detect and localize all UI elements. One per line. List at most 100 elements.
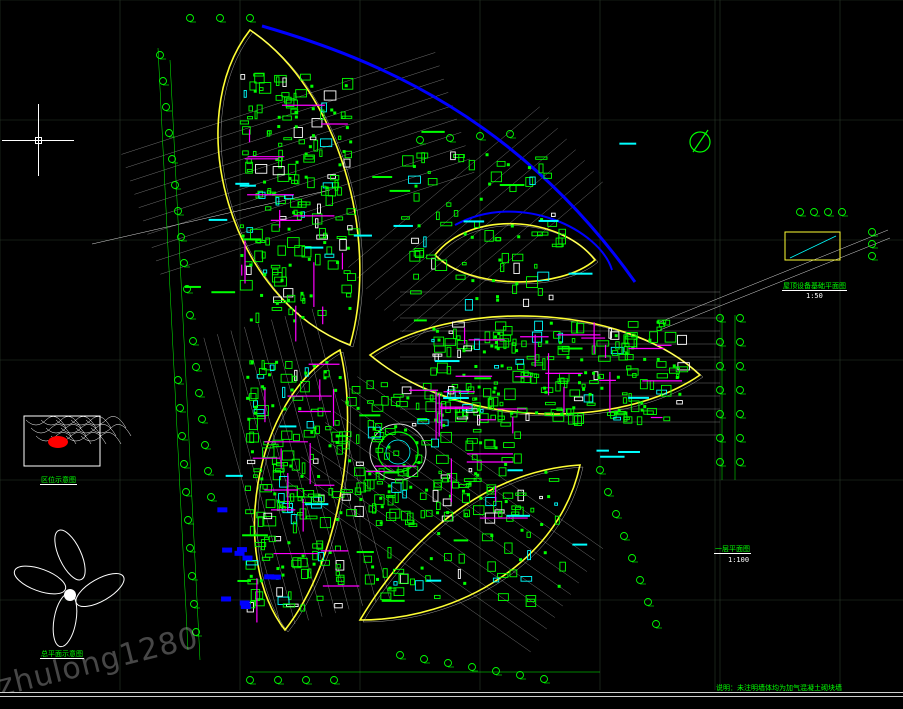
column [317, 474, 321, 478]
column [500, 364, 504, 368]
column [491, 279, 495, 283]
column [387, 490, 391, 494]
column [494, 335, 498, 339]
text-mark [305, 246, 324, 249]
column [379, 496, 383, 500]
text-mark [235, 182, 250, 185]
status-bar-line [0, 696, 903, 697]
text-mark [242, 534, 268, 537]
column [246, 396, 250, 400]
column [246, 375, 250, 379]
column [253, 411, 257, 415]
column [643, 405, 647, 409]
column [640, 408, 644, 412]
column [294, 110, 298, 114]
column [292, 211, 296, 215]
column [446, 510, 450, 514]
column [490, 534, 494, 538]
text-mark [413, 319, 427, 322]
column [253, 405, 257, 409]
column [271, 404, 275, 408]
text-mark [225, 474, 243, 477]
column [412, 164, 416, 168]
column [474, 364, 478, 368]
text-mark [237, 579, 251, 582]
column [335, 517, 339, 521]
column [300, 474, 304, 478]
blue-tag [240, 603, 251, 609]
cad-drawing-canvas[interactable] [0, 0, 903, 708]
column [672, 364, 676, 368]
text-mark [474, 377, 492, 380]
column [308, 145, 312, 149]
text-mark [389, 189, 411, 192]
column [474, 397, 478, 401]
column [417, 461, 421, 465]
column [543, 551, 547, 555]
column [515, 282, 519, 286]
column [615, 411, 619, 415]
column [304, 152, 308, 156]
column [404, 428, 408, 432]
text-mark [443, 397, 469, 400]
column [301, 554, 305, 558]
column [640, 401, 644, 405]
column [290, 388, 294, 392]
column [394, 425, 398, 429]
column [312, 562, 316, 566]
column [656, 320, 660, 324]
column [515, 349, 519, 353]
column [492, 390, 496, 394]
column [437, 338, 441, 342]
text-mark [499, 184, 525, 187]
text-mark [453, 539, 469, 542]
text-mark [463, 220, 485, 223]
column [437, 532, 441, 536]
column [506, 163, 510, 167]
column [479, 496, 483, 500]
column [588, 392, 592, 396]
text-mark [572, 543, 588, 546]
column [311, 107, 315, 111]
column [307, 257, 311, 261]
text-mark [243, 238, 262, 241]
column [300, 291, 304, 295]
column [295, 160, 299, 164]
column [496, 295, 500, 299]
column [275, 301, 279, 305]
column [461, 489, 465, 493]
text-mark [384, 471, 400, 474]
column [288, 263, 292, 267]
column [273, 492, 277, 496]
column [372, 427, 376, 431]
column [277, 125, 281, 129]
column [342, 150, 346, 154]
column [338, 163, 342, 167]
column [275, 360, 279, 364]
location-map-site [48, 436, 68, 448]
column [406, 396, 410, 400]
column [304, 175, 308, 179]
column [388, 586, 392, 590]
column [488, 182, 492, 186]
blue-tag [270, 574, 281, 580]
column [494, 340, 498, 344]
column [349, 140, 353, 144]
column [286, 298, 290, 302]
column [311, 134, 315, 138]
text-mark [381, 599, 405, 602]
text-mark [279, 425, 297, 428]
text-mark [372, 176, 393, 179]
column [477, 385, 481, 389]
column [471, 279, 475, 283]
column [463, 232, 467, 236]
column [442, 423, 446, 427]
column [470, 235, 474, 239]
column [582, 387, 586, 391]
text-mark [421, 130, 445, 133]
column [656, 357, 660, 361]
column [259, 579, 263, 583]
column [356, 406, 360, 410]
column [675, 375, 679, 379]
plan-title: 一层平面图 [714, 545, 751, 554]
